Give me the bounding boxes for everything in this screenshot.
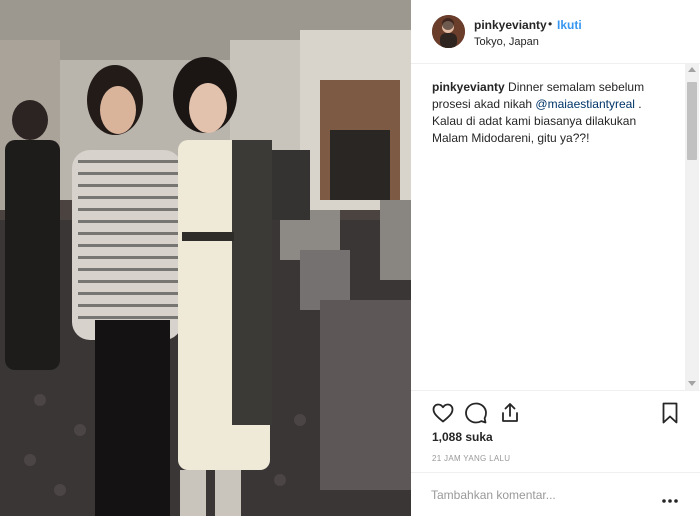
post-side-panel: pinkyevianty • Ikuti Tokyo, Japan pinkye… (411, 0, 700, 516)
caption-username[interactable]: pinkyevianty (432, 80, 505, 94)
comment-icon[interactable] (464, 401, 488, 425)
comment-input[interactable] (431, 487, 641, 503)
follow-button[interactable]: Ikuti (557, 18, 582, 32)
scroll-up-arrow-icon[interactable] (688, 67, 696, 72)
post-header: pinkyevianty • Ikuti Tokyo, Japan (411, 0, 700, 64)
comments-scrollbar[interactable] (685, 64, 699, 390)
share-icon[interactable] (498, 401, 522, 425)
scroll-down-arrow-icon[interactable] (688, 381, 696, 386)
post-author-username[interactable]: pinkyevianty (474, 18, 547, 32)
post-timestamp[interactable]: 21 JAM YANG LALU (432, 454, 510, 463)
scroll-thumb[interactable] (687, 82, 697, 160)
separator-dot: • (548, 17, 553, 31)
post-location[interactable]: Tokyo, Japan (474, 36, 539, 48)
caption-mention-link[interactable]: @maiaestiantyreal (535, 97, 635, 111)
comments-area: pinkyevianty Dinner semalam sebelum pros… (411, 64, 683, 390)
bookmark-icon[interactable] (658, 401, 682, 425)
heart-icon[interactable] (431, 401, 455, 425)
avatar[interactable] (432, 15, 465, 48)
likes-count[interactable]: 1,088 suka (432, 430, 493, 444)
post-photo[interactable] (0, 0, 411, 516)
post-image (0, 0, 411, 516)
more-dots-icon[interactable] (661, 491, 679, 503)
add-comment-bar (411, 472, 700, 516)
post-caption: pinkyevianty Dinner semalam sebelum pros… (432, 79, 668, 147)
